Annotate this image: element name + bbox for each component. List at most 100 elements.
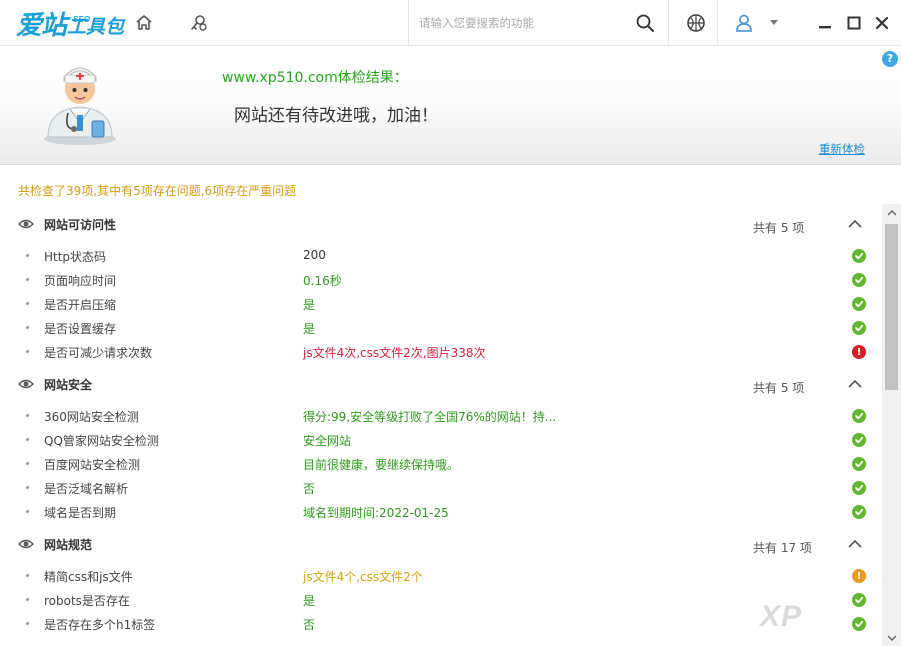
check-value: 得分:99,安全等级打败了全国76%的网站！持...	[303, 410, 557, 424]
results-list: 网站可访问性 共有 5 项 Http状态码 200 页面响应时间 0.16秒 是否开启压缩是…	[0, 204, 882, 646]
check-value: 目前很健康，要继续保持哦。	[303, 458, 460, 472]
check-name: 页面响应时间	[44, 274, 117, 288]
check-name: 360网站安全检测	[44, 410, 139, 424]
check-value: js文件4次,css文件2次,图片338次	[303, 346, 486, 360]
check-row: 是否存在多个h1标签 否	[0, 612, 882, 636]
check-name: Http状态码	[44, 250, 107, 264]
check-circle-icon	[852, 433, 866, 447]
section-count: 共有 5 项	[753, 221, 805, 235]
basketball-icon[interactable]	[684, 11, 708, 35]
check-row: 页面响应时间 0.16秒	[0, 268, 882, 292]
check-row: 百度网站安全检测 目前很健康，要继续保持哦。	[0, 452, 882, 476]
bullet	[26, 574, 29, 577]
warning-circle-icon: !	[852, 569, 866, 583]
section-header: 网站规范 共有 17 项	[0, 524, 882, 564]
chevron-down-icon[interactable]	[766, 11, 782, 35]
title-bar: 爱站 SEO 工具包	[0, 0, 901, 46]
check-name: 是否开启压缩	[44, 298, 117, 312]
logo-sub: SEO 工具包	[67, 15, 124, 40]
section-count: 共有 5 项	[753, 381, 805, 395]
check-value: 0.16秒	[303, 274, 342, 288]
maximize-icon[interactable]	[842, 11, 866, 35]
check-row: 精简css和js文件 js文件4个,css文件2个!	[0, 564, 882, 588]
check-row: 是否设置缓存 是	[0, 316, 882, 340]
chevron-up-icon[interactable]	[848, 538, 864, 552]
check-name: 是否存在多个h1标签	[44, 618, 156, 632]
check-value: 是	[303, 322, 316, 336]
scroll-thumb[interactable]	[885, 224, 898, 390]
watermark: XP	[760, 600, 803, 633]
check-value: 否	[303, 482, 316, 496]
search-input[interactable]	[419, 12, 619, 34]
eye-icon	[18, 216, 34, 232]
bullet	[26, 254, 29, 257]
recheck-link[interactable]: 重新体检	[819, 141, 865, 157]
check-value: js文件4个,css文件2个	[303, 570, 423, 584]
check-name: 是否可减少请求次数	[44, 346, 153, 360]
check-name: 是否设置缓存	[44, 322, 117, 336]
check-row: 是否泛域名解析 否	[0, 476, 882, 500]
section-title: 网站规范	[44, 538, 93, 552]
bullet	[26, 486, 29, 489]
check-row: robots是否存在 是	[0, 588, 882, 612]
check-circle-icon	[852, 505, 866, 519]
toolbar-divider	[408, 0, 409, 46]
scroll-up-arrow-icon[interactable]	[882, 204, 901, 221]
section-header: 网站可访问性 共有 5 项	[0, 204, 882, 244]
user-icon[interactable]	[732, 11, 756, 35]
check-name: QQ管家网站安全检测	[44, 434, 159, 448]
search-icon[interactable]	[633, 11, 657, 35]
close-icon[interactable]	[870, 11, 894, 35]
error-circle-icon: !	[852, 345, 866, 359]
bullet	[26, 278, 29, 281]
check-circle-icon	[852, 481, 866, 495]
check-value: 是	[303, 594, 316, 608]
section-title: 网站安全	[44, 378, 93, 392]
logo-tag: SEO	[73, 15, 90, 24]
help-icon[interactable]: ?	[882, 51, 898, 67]
section-title: 网站可访问性	[44, 218, 117, 232]
logo-text: 爱站	[16, 10, 67, 40]
scroll-down-arrow-icon[interactable]	[882, 629, 901, 646]
check-value: 安全网站	[303, 434, 352, 448]
toolbar-divider	[717, 0, 718, 46]
check-row: QQ管家网站安全检测 安全网站	[0, 428, 882, 452]
check-row: 域名是否到期 域名到期时间:2022-01-25	[0, 500, 882, 524]
vertical-scrollbar[interactable]	[882, 204, 901, 646]
check-value: 域名到期时间:2022-01-25	[303, 506, 449, 520]
bullet	[26, 598, 29, 601]
bullet	[26, 302, 29, 305]
check-name: 百度网站安全检测	[44, 458, 141, 472]
check-circle-icon	[852, 457, 866, 471]
site-title: www.xp510.com体检结果：	[222, 70, 408, 86]
bullet	[26, 462, 29, 465]
result-section: 网站规范 共有 17 项精简css和js文件 js文件4个,css文件2个! robo…	[0, 524, 882, 636]
check-circle-icon	[852, 297, 866, 311]
check-value: 200	[303, 248, 326, 262]
result-header: www.xp510.com体检结果： 网站还有待改进哦，加油！ 重新体检 ?	[0, 47, 901, 165]
bullet	[26, 622, 29, 625]
minimize-icon[interactable]	[813, 11, 837, 35]
tools-icon[interactable]	[187, 11, 211, 35]
check-row: 360网站安全检测 得分:99,安全等级打败了全国76%的网站！持...	[0, 404, 882, 428]
eye-icon	[18, 536, 34, 552]
bullet	[26, 438, 29, 441]
chevron-up-icon[interactable]	[848, 378, 864, 392]
result-section: 网站可访问性 共有 5 项 Http状态码 200 页面响应时间 0.16秒 是否开启压缩是…	[0, 204, 882, 364]
bullet	[26, 326, 29, 329]
check-circle-icon	[852, 273, 866, 287]
app-logo: 爱站 SEO 工具包	[16, 6, 124, 40]
check-name: 是否泛域名解析	[44, 482, 129, 496]
toolbar-divider	[668, 0, 669, 46]
check-row: Http状态码 200	[0, 244, 882, 268]
bullet	[26, 414, 29, 417]
section-header: 网站安全 共有 5 项	[0, 364, 882, 404]
home-icon[interactable]	[132, 11, 156, 35]
check-row: 是否可减少请求次数 js文件4次,css文件2次,图片338次!	[0, 340, 882, 364]
check-circle-icon	[852, 409, 866, 423]
bullet	[26, 350, 29, 353]
doctor-avatar	[40, 57, 120, 147]
eye-icon	[18, 376, 34, 392]
check-circle-icon	[852, 249, 866, 263]
chevron-up-icon[interactable]	[848, 218, 864, 232]
